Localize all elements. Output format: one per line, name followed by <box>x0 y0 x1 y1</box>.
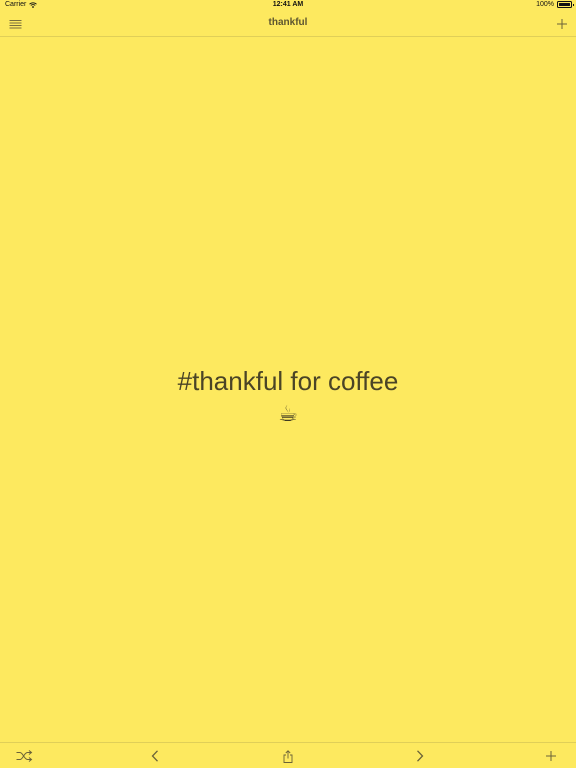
share-button[interactable] <box>280 748 296 764</box>
plus-icon <box>545 750 557 762</box>
shuffle-icon <box>16 750 33 762</box>
app-screen: Carrier 12:41 AM 100% thankful #thankful… <box>0 0 576 768</box>
add-entry-button[interactable] <box>554 16 570 32</box>
chevron-right-icon <box>416 750 424 762</box>
bottom-toolbar <box>0 742 576 768</box>
battery-level <box>559 3 570 6</box>
navigation-bar: thankful <box>0 12 576 37</box>
shuffle-button[interactable] <box>16 748 32 764</box>
entry-text: #thankful for coffee <box>177 365 399 396</box>
status-time: 12:41 AM <box>272 1 304 8</box>
add-button[interactable] <box>543 748 559 764</box>
status-right: 100% <box>536 1 574 8</box>
page-title: thankful <box>268 17 308 28</box>
entry-card: #thankful for coffee ☕ <box>0 38 576 742</box>
battery-icon <box>557 1 574 8</box>
plus-icon <box>556 18 568 30</box>
chevron-left-icon <box>151 750 159 762</box>
battery-percent: 100% <box>536 1 554 8</box>
next-button[interactable] <box>412 748 428 764</box>
share-icon <box>283 749 293 763</box>
coffee-icon: ☕ <box>278 400 298 426</box>
previous-button[interactable] <box>147 748 163 764</box>
status-bar: Carrier 12:41 AM 100% <box>0 0 576 12</box>
